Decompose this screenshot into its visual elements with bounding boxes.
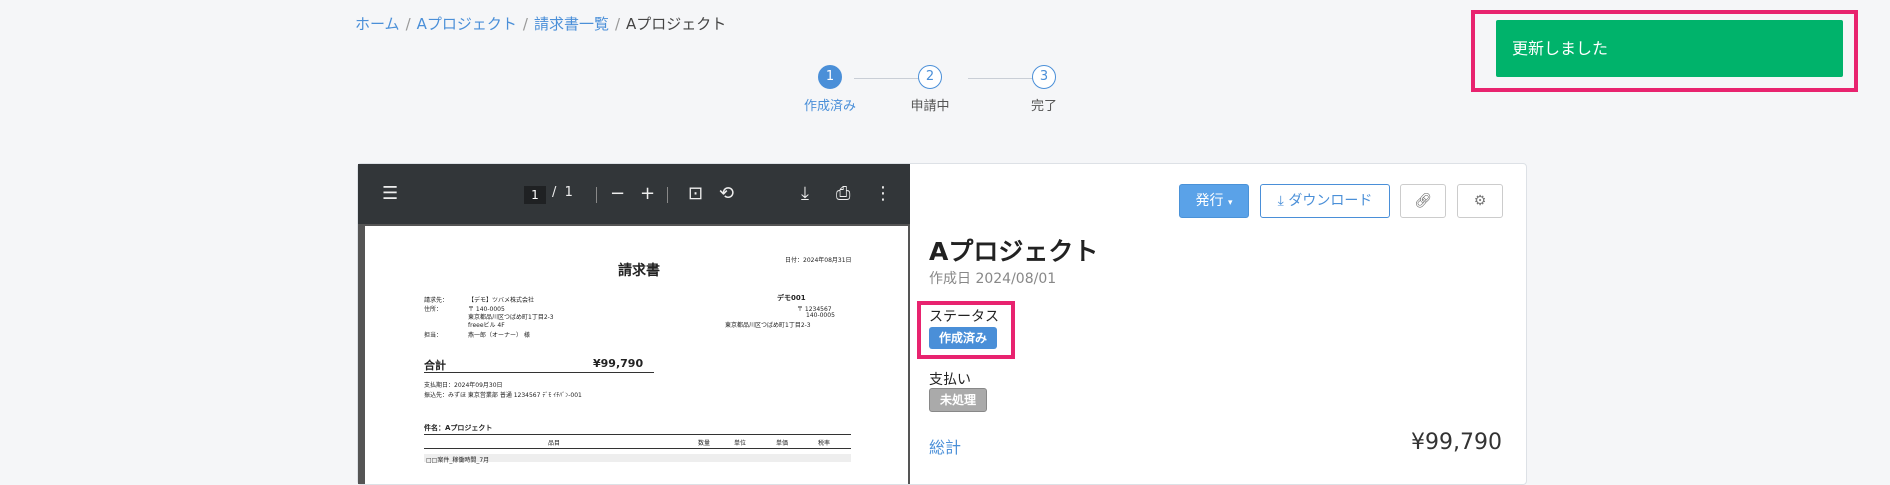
menu-icon[interactable]: ☰ — [382, 183, 398, 204]
download-icon: ⤓ — [1277, 193, 1284, 209]
download-button[interactable]: ⤓ ダウンロード — [1260, 184, 1390, 218]
doc-total-underline — [424, 372, 654, 373]
toast-highlight: 更新しました — [1471, 10, 1858, 92]
breadcrumb-project[interactable]: Aプロジェクト — [417, 15, 517, 33]
rotate-icon[interactable]: ⟲ — [719, 183, 734, 204]
breadcrumb-current: Aプロジェクト — [626, 15, 727, 33]
doc-row-item: □□案件_稼働時間_7月 — [426, 457, 490, 464]
pdf-page: 請求書 日付：2024年08月31日 請求先： 【デモ】ツバメ株式会社 住所： … — [365, 226, 908, 484]
issue-button[interactable]: 発行 ▾ — [1179, 184, 1249, 218]
created-date: 作成日 2024/08/01 — [929, 271, 1057, 287]
caret-down-icon: ▾ — [1227, 198, 1233, 208]
zoom-out-icon[interactable]: − — [610, 183, 625, 204]
doc-issuer-line: 東京都品川区つばめ町1丁目2-3 — [725, 322, 811, 329]
doc-col-header: 税率 — [818, 440, 831, 447]
doc-total-value: ¥99,790 — [593, 357, 644, 370]
doc-to-value: 【デモ】ツバメ株式会社 — [468, 297, 535, 304]
print-icon[interactable]: ⎙ — [836, 183, 850, 204]
step-label: 完了 — [1030, 99, 1057, 114]
doc-col-header: 単価 — [776, 440, 789, 447]
breadcrumb-home[interactable]: ホーム — [355, 15, 400, 33]
doc-total-label: 合計 — [424, 359, 446, 372]
doc-due: 支払期日：2024年09月30日 — [424, 382, 503, 389]
payment-badge: 未処理 — [929, 388, 988, 412]
toast-message: 更新しました — [1496, 20, 1843, 77]
doc-address-line: freeeビル 4F — [468, 322, 505, 329]
step-applying: 2 申請中 — [890, 65, 970, 114]
pdf-viewer: ☰ 1 / 1 − + ⊡ ⟲ ⤓ ⎙ ⋮ 請求書 日付：2024年08月31日… — [358, 164, 910, 484]
toolbar-divider — [667, 187, 668, 203]
page-number-input[interactable]: 1 — [524, 186, 546, 204]
step-number: 3 — [1032, 65, 1056, 89]
payment-label: 支払い — [929, 372, 971, 388]
doc-table-line — [424, 434, 851, 435]
doc-col-header: 数量 — [698, 440, 711, 447]
more-icon[interactable]: ⋮ — [874, 183, 892, 204]
step-complete: 3 完了 — [1004, 65, 1084, 114]
total-value: ¥99,790 — [1411, 430, 1502, 455]
doc-to-label: 請求先： — [424, 297, 449, 304]
step-created: 1 作成済み — [790, 65, 870, 114]
doc-table-line — [424, 448, 851, 449]
breadcrumb-invoices[interactable]: 請求書一覧 — [534, 15, 609, 33]
doc-subject: 件名：Aプロジェクト — [424, 424, 493, 432]
doc-address-label: 住所： — [424, 306, 443, 313]
total-label[interactable]: 総計 — [929, 434, 961, 458]
fit-page-icon[interactable]: ⊡ — [688, 183, 703, 204]
step-label: 作成済み — [803, 99, 856, 114]
step-number: 2 — [918, 65, 942, 89]
doc-issuer-name: デモ001 — [777, 294, 806, 302]
invoice-detail-panel: 発行 ▾ ⤓ ダウンロード 🔗︎ ⚙ Aプロジェクト 作成日 2024/08/0… — [910, 164, 1526, 484]
link-button[interactable]: 🔗︎ — [1400, 184, 1446, 218]
status-label: ステータス — [929, 309, 999, 325]
step-number: 1 — [818, 65, 842, 89]
doc-col-header: 単位 — [734, 440, 747, 447]
step-label: 申請中 — [910, 99, 950, 114]
pdf-toolbar: ☰ 1 / 1 − + ⊡ ⟲ ⤓ ⎙ ⋮ — [358, 164, 910, 224]
settings-button[interactable]: ⚙ — [1457, 184, 1503, 218]
zoom-in-icon[interactable]: + — [640, 183, 655, 204]
doc-bank: 振込先：みずほ 東京営業部 普通 1234567 ﾃﾞﾓ ｲﾁﾊﾞﾝ-001 — [424, 392, 582, 399]
doc-title: 請求書 — [618, 263, 660, 279]
doc-issuer-line: 140-0005 — [806, 312, 835, 319]
doc-attn-value: 燕一郎（オーナー） 様 — [468, 332, 530, 339]
download-icon[interactable]: ⤓ — [801, 183, 809, 204]
doc-col-header: 品目 — [548, 440, 561, 447]
breadcrumb: ホーム / Aプロジェクト / 請求書一覧 / Aプロジェクト — [355, 15, 727, 33]
gear-icon: ⚙ — [1473, 193, 1487, 209]
progress-stepper: 1 作成済み 2 申請中 3 完了 — [790, 65, 1090, 125]
status-badge: 作成済み — [929, 327, 998, 349]
invoice-card: ☰ 1 / 1 − + ⊡ ⟲ ⤓ ⎙ ⋮ 請求書 日付：2024年08月31日… — [357, 163, 1527, 485]
page-total: / 1 — [552, 185, 573, 200]
doc-date: 日付：2024年08月31日 — [785, 257, 852, 264]
toolbar-divider — [596, 187, 597, 203]
invoice-title: Aプロジェクト — [929, 237, 1099, 266]
doc-attn-label: 担当： — [424, 332, 443, 339]
link-icon: 🔗︎ — [1414, 193, 1432, 209]
